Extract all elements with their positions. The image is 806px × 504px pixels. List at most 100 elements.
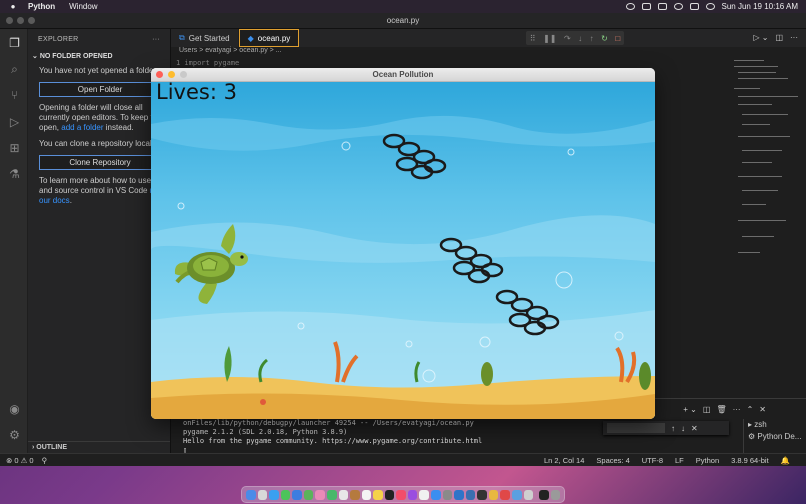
run-icon[interactable]: ▷ ⌄: [753, 33, 768, 42]
pause-icon[interactable]: ❚❚: [543, 34, 556, 43]
end-of-line[interactable]: LF: [675, 456, 684, 465]
terminal-item-python-debug[interactable]: ⚙ Python De...: [748, 431, 806, 443]
messages-icon[interactable]: [280, 489, 291, 500]
menubar-window[interactable]: Window: [69, 2, 97, 11]
git-docs-text: To learn more about how to use git and s…: [28, 176, 170, 206]
more-actions-icon[interactable]: ···: [152, 36, 160, 43]
news-icon[interactable]: [419, 489, 429, 500]
no-folder-section[interactable]: ⌄ NO FOLDER OPENED: [28, 43, 170, 60]
minimap-line: [738, 252, 760, 253]
tab-ocean-py[interactable]: ◆ ocean.py: [238, 29, 300, 47]
split-editor-icon[interactable]: ◫: [775, 33, 783, 42]
apple-icon[interactable]: ●: [8, 2, 18, 11]
cursor-position[interactable]: Ln 2, Col 14: [544, 456, 584, 465]
python-interpreter[interactable]: 3.8.9 64-bit: [731, 456, 769, 465]
battery-icon[interactable]: [657, 3, 667, 10]
step-over-icon[interactable]: ↷: [564, 34, 571, 43]
language-mode[interactable]: Python: [696, 456, 719, 465]
vscode-dock-icon[interactable]: [454, 489, 464, 500]
reminders-icon[interactable]: [361, 489, 372, 500]
step-out-icon[interactable]: ↑: [590, 34, 594, 43]
close-find-icon[interactable]: ✕: [691, 424, 698, 433]
encoding[interactable]: UTF-8: [642, 456, 663, 465]
stop-icon[interactable]: □: [615, 34, 620, 43]
notes-icon[interactable]: [373, 489, 383, 500]
restart-icon[interactable]: ↻: [601, 34, 608, 43]
contacts-icon[interactable]: [350, 489, 360, 500]
settings-icon[interactable]: [442, 489, 453, 500]
photos-icon[interactable]: [315, 489, 325, 500]
facetime-icon[interactable]: [326, 489, 337, 500]
explorer-icon[interactable]: ❐: [8, 37, 21, 50]
settings-gear-icon[interactable]: ⚙: [8, 429, 21, 442]
minimap-line: [742, 114, 788, 115]
problems-status[interactable]: ⊗ 0 ⚠ 0: [6, 456, 34, 465]
maximize-panel-icon[interactable]: ⌃: [747, 405, 754, 414]
app-dock-icon[interactable]: [500, 489, 510, 500]
trash-icon[interactable]: [550, 489, 561, 500]
more-icon[interactable]: ···: [790, 33, 798, 42]
app-dock-icon[interactable]: [523, 489, 534, 500]
appletv-icon[interactable]: [384, 489, 395, 500]
app-dock-icon[interactable]: [488, 489, 499, 500]
wifi-icon[interactable]: [673, 3, 683, 10]
step-into-icon[interactable]: ↓: [578, 34, 582, 43]
minimap-line: [738, 104, 772, 105]
notifications-icon[interactable]: 🔔: [781, 456, 790, 465]
terminal-line: onFiles/lib/python/debugpy/launcher 4925…: [183, 419, 474, 427]
launchpad-icon[interactable]: [257, 489, 268, 500]
minimap-line: [738, 220, 786, 221]
status-icon[interactable]: [625, 3, 635, 10]
mac-menubar: ● Python Window Sun Jun 19 10:16 AM: [0, 0, 806, 13]
hint-text-end: instead.: [103, 123, 134, 132]
app-dock-icon[interactable]: [511, 489, 522, 500]
source-control-icon[interactable]: ⑂: [8, 89, 21, 102]
bluetooth-icon[interactable]: [641, 3, 651, 10]
appstore-icon[interactable]: [431, 489, 441, 500]
music-icon[interactable]: [396, 489, 406, 500]
search-icon[interactable]: ⌕: [8, 63, 21, 76]
terminal-item-label: zsh: [754, 420, 767, 429]
control-center-icon[interactable]: [689, 3, 699, 10]
menubar-clock[interactable]: Sun Jun 19 10:16 AM: [722, 2, 799, 11]
breadcrumb[interactable]: Users > evatyagi > ocean.py > ...: [171, 47, 806, 58]
next-match-icon[interactable]: ↓: [681, 424, 685, 433]
add-terminal-icon[interactable]: + ⌄: [683, 405, 697, 414]
python-dock-icon[interactable]: [465, 489, 476, 500]
more-icon[interactable]: ···: [733, 405, 741, 414]
account-icon[interactable]: ◉: [8, 403, 21, 416]
drag-handle-icon[interactable]: ⠿: [530, 34, 536, 43]
minimap[interactable]: [732, 58, 800, 268]
outline-section[interactable]: › OUTLINE: [28, 441, 170, 453]
extensions-icon[interactable]: ⊞: [8, 142, 21, 155]
maps-icon[interactable]: [303, 489, 314, 500]
terminal-output[interactable]: onFiles/lib/python/debugpy/launcher 4925…: [183, 419, 482, 455]
calendar-icon[interactable]: [338, 489, 349, 500]
testing-icon[interactable]: ⚗: [8, 168, 21, 181]
find-input[interactable]: [607, 423, 665, 433]
safari-icon[interactable]: [269, 489, 279, 500]
indentation[interactable]: Spaces: 4: [596, 456, 629, 465]
finder-icon[interactable]: [246, 489, 256, 500]
open-folder-button[interactable]: Open Folder: [39, 82, 161, 97]
editor-tabs: ⧉ Get Started ◆ ocean.py ⠿ ❚❚ ↷ ↓ ↑ ↻ □ ▷ …: [171, 29, 806, 47]
siri-icon[interactable]: [705, 3, 715, 10]
terminal-dock-icon[interactable]: [477, 489, 487, 500]
menubar-status-area: Sun Jun 19 10:16 AM: [625, 2, 799, 11]
menubar-app-name[interactable]: Python: [28, 2, 55, 11]
tab-get-started[interactable]: ⧉ Get Started: [171, 29, 239, 47]
add-folder-link[interactable]: add a folder: [61, 123, 103, 132]
section-title: NO FOLDER OPENED: [39, 53, 113, 60]
downloads-icon[interactable]: [539, 489, 549, 500]
close-panel-icon[interactable]: ✕: [759, 405, 766, 414]
clone-repository-button[interactable]: Clone Repository: [39, 155, 161, 170]
run-debug-icon[interactable]: ▷: [8, 116, 21, 129]
live-share-icon[interactable]: ⚲: [42, 456, 48, 465]
podcasts-icon[interactable]: [407, 489, 418, 500]
kill-terminal-icon[interactable]: 🗑: [716, 405, 726, 414]
split-terminal-icon[interactable]: ◫: [703, 405, 711, 414]
terminal-item-zsh[interactable]: ▸ zsh: [748, 419, 806, 431]
minimap-line: [734, 66, 778, 67]
previous-match-icon[interactable]: ↑: [671, 424, 675, 433]
mail-icon[interactable]: [292, 489, 302, 500]
